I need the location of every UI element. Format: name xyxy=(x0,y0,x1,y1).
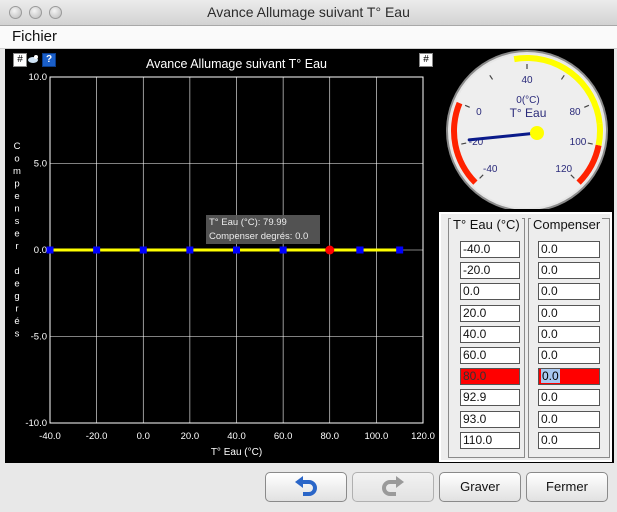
table-cell-compenser[interactable]: 0.0 xyxy=(538,283,600,301)
y-tick-label: -5.0 xyxy=(31,332,47,343)
table-cell-temp[interactable]: 110.0 xyxy=(460,431,520,449)
table-cell-compenser[interactable]: 0.0 xyxy=(538,347,600,364)
main-panel: Avance Allumage suivant T° Eau -40.0 -20.0… xyxy=(5,49,614,463)
table-cell-compenser[interactable]: 0.0 xyxy=(538,325,600,343)
table-cell-compenser[interactable]: 0.0 xyxy=(538,389,600,407)
data-point xyxy=(139,246,147,254)
chart-title: Avance Allumage suivant T° Eau xyxy=(146,57,327,71)
gauge-needle-hub xyxy=(530,126,544,140)
data-point xyxy=(279,246,287,254)
table-cell-temp[interactable]: 80.0 xyxy=(460,368,520,386)
gauge-tick-label: 120 xyxy=(555,164,572,175)
x-tick-label: 40.0 xyxy=(227,431,246,442)
redo-icon xyxy=(382,476,404,496)
table-cell-compenser[interactable]: 0.0 xyxy=(538,368,600,386)
tooltip-line-y: Compenser degrés: 0.0 xyxy=(209,231,309,242)
y-tick-label: -10.0 xyxy=(25,418,47,429)
selected-text: 0.0 xyxy=(541,369,560,384)
data-point xyxy=(46,246,54,254)
x-tick-label: 100.0 xyxy=(364,431,388,442)
undo-button[interactable] xyxy=(265,472,347,502)
help-icon[interactable]: ? xyxy=(42,53,56,67)
menu-bar: Fichier xyxy=(0,26,617,49)
close-button[interactable]: Fermer xyxy=(526,472,608,502)
hash-icon-right[interactable]: # xyxy=(419,53,433,67)
title-bar: Avance Allumage suivant T° Eau xyxy=(0,0,617,26)
data-point xyxy=(356,246,364,254)
data-point xyxy=(93,246,101,254)
x-tick-label: 120.0 xyxy=(411,431,435,442)
table-cell-compenser[interactable]: 0.0 xyxy=(538,262,600,280)
table-header-compenser: Compenser xyxy=(531,217,603,232)
gauge-unit-label: 0(°C) xyxy=(516,95,539,106)
y-axis-label: Compenser degrés xyxy=(13,141,21,340)
y-tick-label: 10.0 xyxy=(29,72,48,83)
table-cell-temp[interactable]: 0.0 xyxy=(460,283,520,301)
table-cell-temp[interactable]: 60.0 xyxy=(460,347,520,364)
table-cell-temp[interactable]: 93.0 xyxy=(460,410,520,428)
table-cell-compenser[interactable]: 0.0 xyxy=(538,241,600,258)
table-cell-temp[interactable]: 40.0 xyxy=(460,325,520,343)
table-cell-temp[interactable]: -40.0 xyxy=(460,241,520,258)
gauge-tick-label: 80 xyxy=(569,107,581,118)
table-cell-temp[interactable]: -20.0 xyxy=(460,262,520,280)
table-cell-compenser[interactable]: 0.0 xyxy=(538,410,600,428)
x-tick-label: 80.0 xyxy=(321,431,340,442)
chart-tooltip: T° Eau (°C): 79.99 Compenser degrés: 0.0 xyxy=(206,215,320,244)
x-tick-label: 0.0 xyxy=(137,431,150,442)
burn-button[interactable]: Graver xyxy=(439,472,521,502)
tooltip-line-x: T° Eau (°C): 79.99 xyxy=(209,217,287,228)
temperature-gauge: -40-20040801001200(°C)T° Eau xyxy=(446,50,608,209)
data-point-selected xyxy=(325,245,335,255)
menu-fichier[interactable]: Fichier xyxy=(12,28,57,45)
gauge-tick-label: -40 xyxy=(483,164,498,175)
gauge-tick-label: 0 xyxy=(476,107,482,118)
bird-icon[interactable] xyxy=(27,53,39,65)
hash-icon-left[interactable]: # xyxy=(13,53,27,67)
gauge-tick-label: 100 xyxy=(570,137,587,148)
table-cell-compenser[interactable]: 0.0 xyxy=(538,431,600,449)
table-cell-compenser[interactable]: 0.0 xyxy=(538,304,600,322)
x-tick-label: 20.0 xyxy=(181,431,200,442)
x-tick-label: -20.0 xyxy=(86,431,108,442)
data-point xyxy=(233,246,240,254)
window-title: Avance Allumage suivant T° Eau xyxy=(207,4,410,20)
table-header-temp: T° Eau (°C) xyxy=(451,217,522,232)
x-tick-label: 60.0 xyxy=(274,431,293,442)
gauge-tick-label: 40 xyxy=(521,75,533,86)
table-cell-temp[interactable]: 20.0 xyxy=(460,304,520,322)
x-tick-label: -40.0 xyxy=(39,431,61,442)
y-tick-label: 5.0 xyxy=(34,159,47,170)
table-cell-temp[interactable]: 92.9 xyxy=(460,389,520,407)
redo-button[interactable] xyxy=(352,472,434,502)
undo-icon xyxy=(295,476,317,496)
y-tick-label: 0.0 xyxy=(34,245,47,256)
gauge-name-label: T° Eau xyxy=(510,106,547,120)
x-axis-label: T° Eau (°C) xyxy=(211,447,262,458)
data-point xyxy=(186,246,194,254)
data-table: T° Eau (°C) Compenser -40.0 0.0 -20.0 0.0 0.… xyxy=(439,212,612,462)
data-point xyxy=(396,246,404,254)
